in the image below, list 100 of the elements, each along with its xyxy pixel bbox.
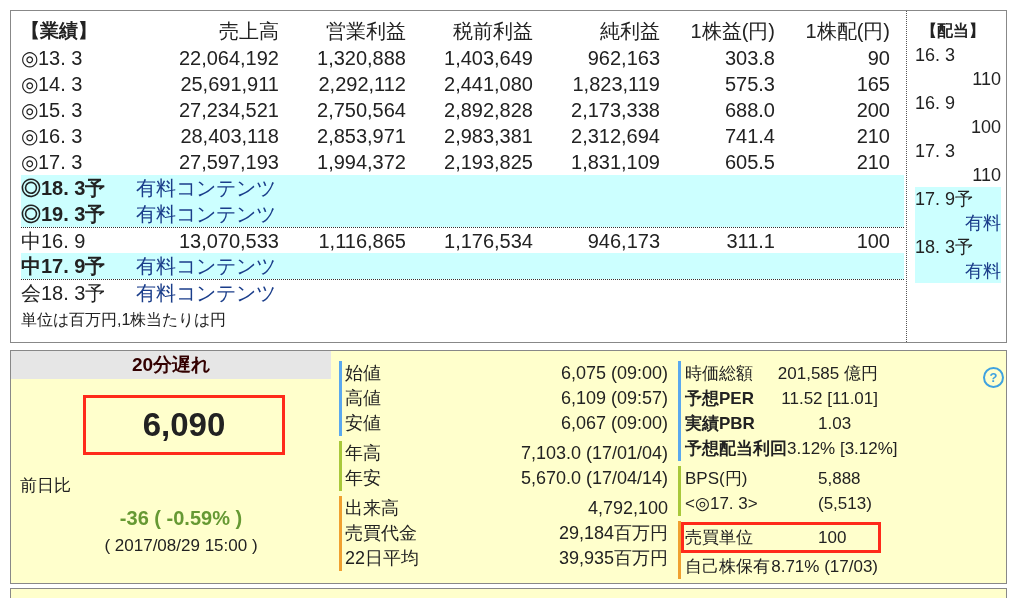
table-cell-text: 100 xyxy=(855,228,890,254)
stat-label: 高値 xyxy=(345,387,381,410)
table-cell-text: 575.3 xyxy=(723,72,775,97)
column-header: 営業利益 xyxy=(325,19,406,44)
table-cell-text: 688.0 xyxy=(723,98,775,123)
stat-value: 39,935百万円 xyxy=(558,547,668,570)
stat-value: 11.52 [11.01] xyxy=(781,387,878,410)
row-label: ◎15. 3 xyxy=(21,98,84,123)
stat-value: 1.03 xyxy=(818,412,852,435)
table-cell-text: 1,831,109 xyxy=(570,150,660,175)
table-cell-text: 962,163 xyxy=(586,46,660,71)
stat-value: 7,103.0 (17/01/04) xyxy=(520,442,668,465)
table-cell-text: 605.5 xyxy=(723,150,775,175)
table-cell-text: 303.8 xyxy=(723,46,775,71)
column-header: 税前利益 xyxy=(452,19,533,44)
table-cell-text: 210 xyxy=(855,124,890,149)
table-cell-text: 1,403,649 xyxy=(443,46,533,71)
row-label: ◎16. 3 xyxy=(21,124,84,149)
row-label: ◎13. 3 xyxy=(21,46,84,71)
dividend-value: 110 xyxy=(972,164,1001,187)
row-label: 中16. 9 xyxy=(21,228,87,254)
stat-value: 6,075 (09:00) xyxy=(560,362,668,385)
column-header: 1株益(円) xyxy=(689,19,775,44)
stat-label: 年安 xyxy=(345,467,381,490)
table-cell-text: 2,312,694 xyxy=(570,124,660,149)
table-cell-text: 1,176,534 xyxy=(443,228,533,254)
table-title: 【業績】 xyxy=(21,18,98,43)
table-cell-text: 200 xyxy=(855,98,890,123)
column-header: 売上高 xyxy=(218,19,279,44)
stat-value: 100 xyxy=(818,526,847,549)
row-label: ◎14. 3 xyxy=(21,72,84,97)
table-cell-text: 946,173 xyxy=(586,228,660,254)
stat-label: 22日平均 xyxy=(345,547,420,570)
stat-label: 出来高 xyxy=(345,497,399,520)
delay-label: 20分遅れ xyxy=(11,351,331,379)
table-cell-text: 2,292,112 xyxy=(317,72,406,97)
table-cell-text: 210 xyxy=(855,150,890,175)
unit-note: 単位は百万円,1株当たりは円 xyxy=(21,310,228,330)
stat-value: 4,792,100 xyxy=(587,497,668,520)
table-cell-text: 1,994,372 xyxy=(316,150,406,175)
stat-label: 売買代金 xyxy=(345,522,417,545)
row-label: 会18. 3予 xyxy=(21,280,107,306)
change-label: 前日比 xyxy=(20,475,71,497)
row-label: ◎19. 3予 xyxy=(21,202,107,227)
table-cell-text: 27,234,521 xyxy=(177,98,279,123)
paid-content-link[interactable]: 有料 xyxy=(965,259,1001,283)
stat-label: 売買単位 xyxy=(685,526,754,549)
stat-label: BPS(円) xyxy=(685,467,749,490)
table-cell-text: 2,853,971 xyxy=(316,124,406,149)
table-cell-text: 1,823,119 xyxy=(571,72,660,97)
dividend-value: 110 xyxy=(972,68,1001,91)
table-cell-text: 2,193,825 xyxy=(443,150,533,175)
column-header: 1株配(円) xyxy=(804,19,890,44)
stat-value: 6,067 (09:00) xyxy=(560,412,668,435)
table-cell-text: 2,983,381 xyxy=(443,124,533,149)
table-cell-text: 165 xyxy=(855,72,890,97)
stat-value: 3.12% [3.12%] xyxy=(787,437,898,460)
dividend-value: 100 xyxy=(970,116,1001,139)
table-cell-text: 28,403,118 xyxy=(179,124,279,149)
table-cell-text: 2,750,564 xyxy=(316,98,406,123)
table-cell-text: 1,320,888 xyxy=(316,46,406,71)
table-cell-text: 2,173,338 xyxy=(570,98,660,123)
stat-label: 安値 xyxy=(345,412,381,435)
dividend-period: 17. 3 xyxy=(915,140,956,163)
column-header: 純利益 xyxy=(599,19,660,44)
row-label: ◎17. 3 xyxy=(21,150,84,175)
table-cell-text: 90 xyxy=(866,46,890,71)
stat-value: 29,184百万円 xyxy=(558,522,668,545)
stat-value: 201,585 億円 xyxy=(777,362,878,385)
dividend-period: 16. 9 xyxy=(915,92,956,115)
stat-value: (5,513) xyxy=(818,492,872,515)
stat-label: 実績PBR xyxy=(685,412,756,435)
timestamp: ( 2017/08/29 15:00 ) xyxy=(104,534,258,557)
stat-label: 自己株保有 xyxy=(685,555,771,578)
dividend-period: 16. 3 xyxy=(915,44,956,67)
table-cell-text: 13,070,533 xyxy=(177,228,279,254)
stat-label: 時価総額 xyxy=(685,362,754,385)
price-change: -36 ( -0.59% ) xyxy=(119,505,243,531)
dividend-title: 【配当】 xyxy=(920,21,986,41)
current-price: 6,090 xyxy=(83,395,285,455)
table-cell-text: 741.4 xyxy=(723,124,775,149)
stat-label: 始値 xyxy=(345,362,381,385)
stat-label: 年高 xyxy=(345,442,381,465)
dividend-period: 18. 3予 xyxy=(915,236,974,259)
stat-label: <◎17. 3> xyxy=(685,492,759,515)
table-cell-text: 22,064,192 xyxy=(177,46,279,71)
stat-value: 8.71% (17/03) xyxy=(771,555,878,578)
stat-value: 5,888 xyxy=(818,467,861,490)
table-cell-text: 1,116,865 xyxy=(317,228,406,254)
paid-content-link[interactable]: 有料 xyxy=(965,211,1001,235)
stat-value: 5,670.0 (17/04/14) xyxy=(520,467,668,490)
table-cell-text: 311.1 xyxy=(725,228,775,254)
table-cell-text: 25,691,911 xyxy=(179,72,279,97)
dividend-period: 17. 9予 xyxy=(915,188,974,211)
row-label: 中17. 9予 xyxy=(21,254,107,279)
stat-label: 予想配当利回 xyxy=(685,437,787,460)
table-cell-text: 2,441,080 xyxy=(443,72,533,97)
table-cell-text: 27,597,193 xyxy=(177,150,279,175)
stat-value: 6,109 (09:57) xyxy=(560,387,668,410)
table-cell-text: 2,892,828 xyxy=(443,98,533,123)
